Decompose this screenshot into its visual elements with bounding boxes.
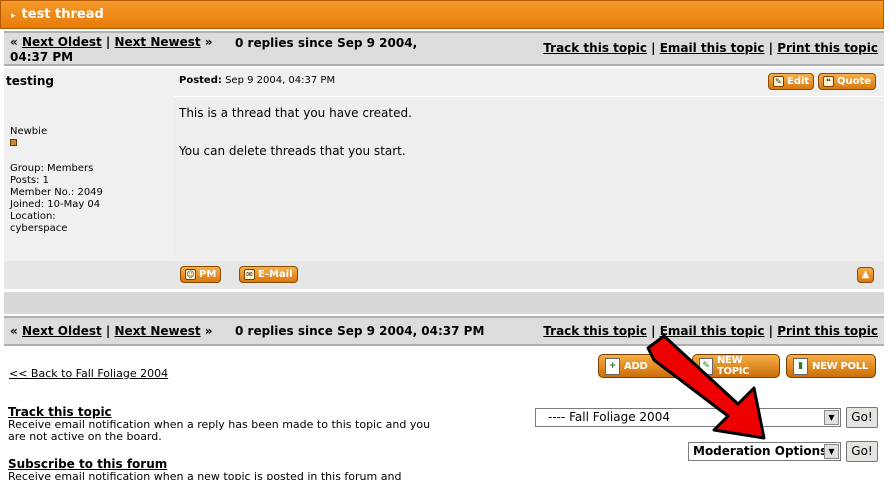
track-topic-heading-link[interactable]: Track this topic: [8, 405, 112, 419]
post-date: Posted: Sep 9 2004, 04:37 PM: [179, 75, 336, 86]
print-topic-link[interactable]: Print this topic: [777, 41, 878, 55]
quote-button[interactable]: ❝ Quote: [818, 73, 877, 90]
reply-count-bottom: 0 replies since Sep 9 2004, 04:37 PM: [235, 324, 485, 338]
arrow-up-icon[interactable]: ▲: [857, 267, 874, 283]
thread-title: test thread: [21, 7, 104, 22]
chevron-down-icon: ▼: [824, 410, 839, 425]
new-poll-button[interactable]: ▮ NEW POLL: [786, 354, 876, 378]
poll-chart-icon: ▮: [793, 357, 808, 375]
next-oldest-link[interactable]: Next Oldest: [22, 35, 102, 49]
rank-pip-icon: [10, 139, 17, 146]
topic-nav-top: « Next Oldest | Next Newest » 0 replies …: [4, 31, 884, 66]
post-footer: [4, 261, 884, 289]
author-location-label: Location:: [10, 211, 56, 222]
track-topic-link[interactable]: Track this topic: [543, 41, 647, 55]
next-oldest-link-bottom[interactable]: Next Oldest: [22, 324, 102, 338]
email-topic-link[interactable]: Email this topic: [660, 41, 765, 55]
thread-title-bar: ▸ test thread: [0, 0, 884, 29]
back-to-forum-link[interactable]: << Back to Fall Foliage 2004: [9, 367, 168, 380]
author-group: Group: Members: [10, 163, 94, 174]
next-newest-link-bottom[interactable]: Next Newest: [114, 324, 200, 338]
speech-bubble-icon: ❝: [823, 76, 834, 87]
author-posts: Posts: 1: [10, 175, 50, 186]
pencil-icon: ✎: [773, 76, 784, 87]
reply-count-time: 04:37 PM: [10, 50, 74, 64]
subscribe-forum-link[interactable]: Subscribe to this forum: [8, 457, 167, 471]
print-topic-link-bottom[interactable]: Print this topic: [777, 324, 878, 338]
people-icon: ☺: [185, 269, 196, 280]
subscribe-forum-desc: Receive email notification when a new to…: [8, 470, 402, 480]
post-separator: [4, 292, 884, 314]
author-name[interactable]: testing: [6, 74, 54, 88]
author-member-no: Member No.: 2049: [10, 187, 103, 198]
edit-button[interactable]: ✎ Edit: [768, 73, 815, 90]
add-reply-icon: +: [605, 357, 620, 375]
author-location: cyberspace: [10, 223, 68, 234]
post-header-row: [4, 68, 884, 96]
track-topic-desc: Receive email notification when a reply …: [8, 418, 431, 443]
pm-button[interactable]: ☺ PM: [180, 266, 222, 283]
author-profile: Newbie Group: Members Posts: 1 Member No…: [10, 126, 103, 235]
envelope-icon: ✉: [244, 269, 255, 280]
chevron-down-icon: ▼: [824, 444, 839, 459]
author-joined: Joined: 10-May 04: [10, 199, 101, 210]
moderation-go-button[interactable]: Go!: [846, 441, 878, 462]
forum-jump-go-button[interactable]: Go!: [846, 407, 878, 428]
triangle-icon: ▸: [11, 11, 16, 21]
reply-count: 0 replies since Sep 9 2004,: [235, 36, 418, 50]
author-rank: Newbie: [10, 126, 48, 137]
next-newest-link[interactable]: Next Newest: [114, 35, 200, 49]
subscribe-forum-block: Subscribe to this forum Receive email no…: [8, 458, 438, 480]
email-button[interactable]: ✉ E-Mail: [239, 266, 298, 283]
post-content: This is a thread that you have created. …: [179, 106, 412, 158]
track-topic-block: Track this topic Receive email notificat…: [8, 406, 438, 443]
annotation-arrow-icon: [646, 334, 766, 440]
